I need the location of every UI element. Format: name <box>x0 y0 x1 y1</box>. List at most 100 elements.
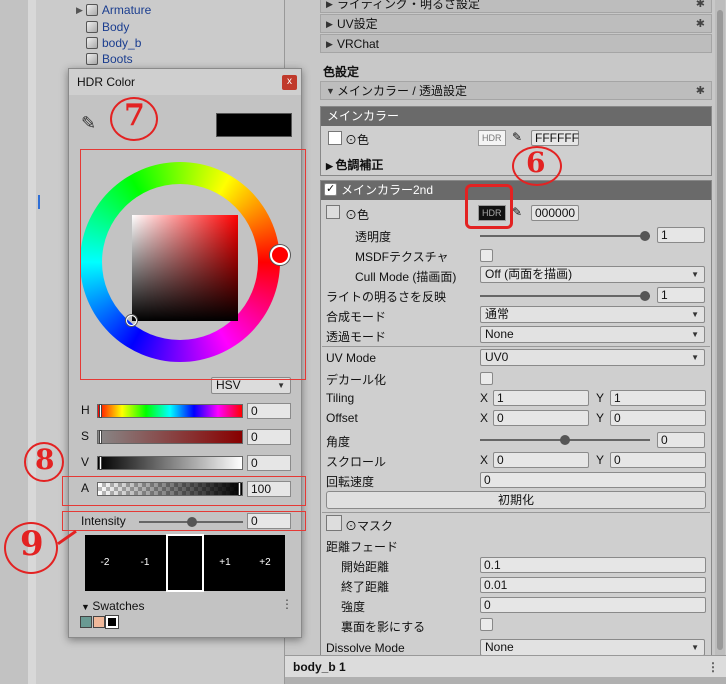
backface-label: 裏面を影にする <box>341 620 426 634</box>
hierarchy-item-label: Armature <box>101 3 152 17</box>
light-slider[interactable] <box>480 291 650 301</box>
strength-field[interactable]: 0 <box>480 597 706 613</box>
mask-texture-slot[interactable] <box>326 515 342 531</box>
exposure-plus-1[interactable]: +1 <box>205 535 245 591</box>
scrollbar[interactable] <box>715 0 725 655</box>
scroll-y-field[interactable]: 0 <box>610 452 706 468</box>
offset-y-field[interactable]: 0 <box>610 410 706 426</box>
hierarchy-item-boots[interactable]: Boots <box>86 51 133 67</box>
more-icon[interactable]: ⋮ <box>707 656 719 678</box>
divider <box>322 346 710 347</box>
section-label: UV設定 <box>337 17 378 31</box>
blend-dropdown[interactable]: 通常 <box>480 306 705 323</box>
h-field[interactable]: 0 <box>247 403 291 419</box>
annotation-box-intensity <box>62 511 306 531</box>
exposure-current[interactable] <box>166 534 204 592</box>
section-vrchat[interactable]: ▶ VRChat <box>320 34 712 53</box>
gameobject-icon <box>86 21 98 33</box>
hex-field[interactable]: FFFFFF <box>531 130 579 146</box>
slider-handle[interactable] <box>99 404 102 418</box>
slider-knob[interactable] <box>640 231 650 241</box>
swatches-header[interactable]: ▼ Swatches <box>81 599 144 613</box>
tone-label: 色調補正 <box>335 158 384 172</box>
hierarchy-item-body[interactable]: Body <box>86 19 129 35</box>
strength-label: 強度 <box>341 600 366 614</box>
light-label: ライトの明るさを反映 <box>326 290 447 304</box>
close-button[interactable]: x <box>282 75 297 90</box>
s-field[interactable]: 0 <box>247 429 291 445</box>
angle-field[interactable]: 0 <box>657 432 705 448</box>
swatch-item[interactable] <box>80 616 92 628</box>
section-label: ライティング・明るさ設定 <box>337 0 481 11</box>
offset-x-field[interactable]: 0 <box>493 410 589 426</box>
angle-slider[interactable] <box>480 435 650 445</box>
texture-slot[interactable] <box>328 131 342 145</box>
slider-handle[interactable] <box>99 456 102 470</box>
start-distance-field[interactable]: 0.1 <box>480 557 706 573</box>
x-label: X <box>480 453 489 467</box>
slider-knob[interactable] <box>640 291 650 301</box>
section-label: メインカラー / 透過設定 <box>337 84 468 98</box>
circle-icon: ⊙ <box>345 519 358 533</box>
texture-slot[interactable] <box>326 205 340 219</box>
hierarchy-item-armature[interactable]: ▶ Armature <box>76 2 151 18</box>
expand-arrow-icon: ▶ <box>326 0 333 9</box>
eyedropper-icon[interactable]: ✎ <box>512 205 522 219</box>
exposure-minus-1[interactable]: -1 <box>125 535 165 591</box>
hierarchy-item-label: body_b <box>102 36 142 50</box>
slider-knob[interactable] <box>560 435 570 445</box>
rotation-field[interactable]: 0 <box>480 472 706 488</box>
annotation-number: 8 <box>35 443 55 476</box>
section-uv[interactable]: ▶ UV設定 ✱ <box>320 14 712 33</box>
s-slider[interactable] <box>97 430 243 444</box>
swatch-item[interactable] <box>105 615 119 629</box>
uvmode-dropdown[interactable]: UV0 <box>480 349 705 366</box>
hierarchy-item-label: Boots <box>102 52 133 66</box>
eyedropper-icon[interactable]: ✎ <box>81 113 96 134</box>
color2-label-text: 色 <box>357 208 370 222</box>
tiling-y-field[interactable]: 1 <box>610 390 706 406</box>
gear-icon[interactable]: ✱ <box>696 82 705 100</box>
picker-titlebar: HDR Color <box>69 69 301 95</box>
reset-button[interactable]: 初期化 <box>326 491 706 509</box>
v-field[interactable]: 0 <box>247 455 291 471</box>
scroll-x-field[interactable]: 0 <box>493 452 589 468</box>
hierarchy-item-body-b[interactable]: body_b <box>86 35 141 51</box>
slider-handle[interactable] <box>99 430 102 444</box>
exposure-plus-2[interactable]: +2 <box>245 535 285 591</box>
decal-checkbox[interactable] <box>480 372 493 385</box>
gear-icon[interactable]: ✱ <box>696 15 705 33</box>
tone-correction[interactable]: ▶ 色調補正 <box>326 156 383 173</box>
end-distance-field[interactable]: 0.01 <box>480 577 706 593</box>
section-main-color[interactable]: ▼ メインカラー / 透過設定 ✱ <box>320 81 712 100</box>
more-icon[interactable]: ⋮ <box>281 597 293 611</box>
hdr-color-field[interactable]: HDR <box>478 130 506 146</box>
swatch-item[interactable] <box>93 616 105 628</box>
eyedropper-icon[interactable]: ✎ <box>512 130 522 144</box>
exposure-minus-2[interactable]: -2 <box>85 535 125 591</box>
tiling-x-field[interactable]: 1 <box>493 390 589 406</box>
opacity-slider[interactable] <box>480 231 650 241</box>
tiling-label: Tiling <box>326 391 355 405</box>
dissolve-dropdown[interactable]: None <box>480 639 705 656</box>
scrollbar-thumb[interactable] <box>717 10 723 650</box>
expand-arrow-icon[interactable]: ▶ <box>76 2 83 18</box>
backface-checkbox[interactable] <box>480 618 493 631</box>
alpha-dropdown[interactable]: None <box>480 326 705 343</box>
cull-dropdown[interactable]: Off (両面を描画) <box>480 266 705 283</box>
annotation-box-alpha <box>62 476 306 506</box>
section-lighting[interactable]: ▶ ライティング・明るさ設定 ✱ <box>320 0 712 13</box>
mask-label: ⊙マスク <box>345 517 393 534</box>
s-label: S <box>81 429 90 443</box>
enable-checkbox[interactable]: ✓ <box>324 183 337 196</box>
start-distance-label: 開始距離 <box>341 560 390 574</box>
annotation-number: 9 <box>20 524 44 564</box>
h-slider[interactable] <box>97 404 243 418</box>
color2-label: ⊙色 <box>345 206 369 223</box>
gear-icon[interactable]: ✱ <box>696 0 705 13</box>
hex-field-2nd[interactable]: 000000 <box>531 205 579 221</box>
v-slider[interactable] <box>97 456 243 470</box>
opacity-field[interactable]: 1 <box>657 227 705 243</box>
light-field[interactable]: 1 <box>657 287 705 303</box>
msdf-checkbox[interactable] <box>480 249 493 262</box>
